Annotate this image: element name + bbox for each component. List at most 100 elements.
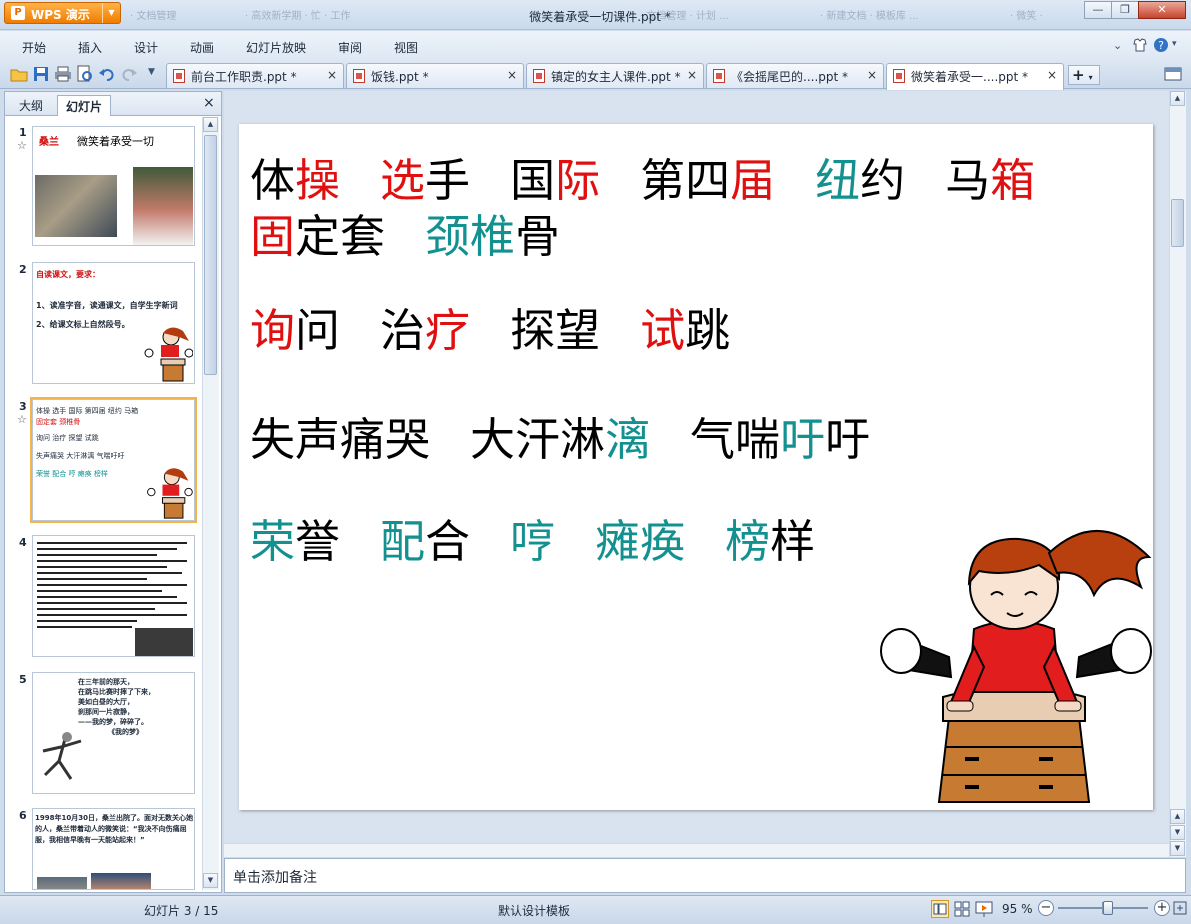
menu-bar: 开始 插入 设计 动画 幻灯片放映 审阅 视图 ⌄ ? ▾ (0, 31, 1191, 61)
slide-thumbnail[interactable]: 在三年前的那天， 在跳马比赛时摔了下来， 美如白昼的大厅， 刹那间一片寂静， —… (32, 672, 195, 794)
menu-animation[interactable]: 动画 (190, 39, 214, 56)
slide-vertical-scrollbar[interactable]: ▲ ▲ ▼ ▼ (1169, 91, 1186, 857)
gymnast-clipart (145, 466, 193, 520)
thumb-line: 刹那间一片寂静， (78, 708, 134, 716)
thumb-line: 荣誉 配合 哼 瘫痪 榜样 (36, 470, 108, 478)
vocab-char: 届 (730, 154, 776, 207)
doc-tab[interactable]: 前台工作职责.ppt * × (166, 63, 344, 88)
background-tab-ghost: · 文档管理 (130, 11, 177, 22)
new-tab-button[interactable]: + ▾ (1068, 65, 1100, 85)
slide-thumbnail-selected[interactable]: 体操 选手 国际 第四届 纽约 马箱 固定套 颈椎骨 询问 治疗 探望 试跳 失… (30, 397, 197, 523)
scroll-down-page-icon[interactable]: ▼ (1170, 825, 1185, 840)
slide-thumbnail[interactable] (32, 535, 195, 657)
slide-thumbnail[interactable]: 桑兰 微笑着承受一切 (32, 126, 195, 246)
background-tab-ghost: · 微笑 · (1010, 11, 1043, 22)
doc-tab[interactable]: 镇定的女主人课件.ppt * × (526, 63, 704, 88)
close-panel-icon[interactable]: × (203, 95, 215, 111)
zoom-slider-thumb[interactable] (1102, 901, 1113, 915)
thumb-line: ——我的梦，碎碎了。 (78, 718, 148, 726)
vocab-char: 国 (510, 154, 556, 207)
new-tab-label: + (1072, 66, 1085, 84)
doc-tab-label: 前台工作职责.ppt * (191, 70, 297, 84)
svg-text:?: ? (1158, 39, 1164, 52)
collapse-ribbon-icon[interactable]: ⌄ (1113, 39, 1122, 52)
skin-icon[interactable] (1132, 37, 1148, 53)
tab-slides[interactable]: 幻灯片 (57, 95, 112, 116)
dense-text-preview (37, 542, 193, 656)
menu-slideshow[interactable]: 幻灯片放映 (246, 39, 306, 56)
slide-horizontal-scrollbar[interactable] (224, 843, 1169, 857)
doc-tab[interactable]: 《会摇尾巴的....ppt * × (706, 63, 884, 88)
undo-icon[interactable] (98, 65, 116, 83)
current-slide[interactable]: 体操 选手 国际 第四届 纽约 马箱 固定套 颈椎骨 询问 治疗 探望 试跳 失声痛哭 大汗淋漓 气喘吁吁荣… (239, 124, 1153, 810)
tab-list-icon[interactable] (1164, 67, 1182, 81)
menu-view[interactable]: 视图 (394, 39, 418, 56)
slide-word-line: 固定套 颈椎骨 (250, 214, 600, 259)
thumb-line: 固定套 颈椎骨 (36, 418, 81, 426)
print-icon[interactable] (54, 65, 72, 83)
redo-icon[interactable] (120, 65, 138, 83)
chevron-down-icon[interactable]: ▼ (102, 3, 120, 23)
ppt-file-icon (713, 69, 725, 83)
tab-outline[interactable]: 大纲 (11, 95, 51, 116)
photo-thumbnail (133, 167, 193, 245)
vocab-word: 治疗 (380, 304, 470, 357)
slide-number: 1 (19, 126, 27, 139)
zoom-out-button[interactable]: − (1038, 900, 1054, 916)
doc-tab-active[interactable]: 微笑着承受一....ppt * × (886, 63, 1064, 90)
background-tab-ghost: · 高效新学期 · 忙 · 工作 (245, 11, 351, 22)
scroll-thumb[interactable] (1171, 199, 1184, 247)
vocab-char: 治 (380, 304, 426, 357)
slide-thumbnail[interactable]: 自读课文，要求： 1、读准字音，读通课文，自学生字新词 2、给课文标上自然段号。 (32, 262, 195, 384)
thumb-line: 1、读准字音，读通课文，自学生字新词 (36, 301, 178, 310)
thumb-line: 询问 治疗 探望 试跳 (36, 434, 99, 442)
thumbnail-scrollbar[interactable]: ▲ ▼ (202, 117, 219, 890)
vocab-char: 选 (380, 154, 426, 207)
vocab-word: 大汗淋漓 (470, 413, 650, 466)
close-tab-icon[interactable]: × (1047, 68, 1057, 82)
zoom-in-button[interactable]: + (1154, 900, 1170, 916)
open-folder-icon[interactable] (10, 65, 28, 83)
slide-thumbnail[interactable]: 1998年10月30日，桑兰出院了。面对无数关心她的人，桑兰带着动人的微笑说：“… (32, 808, 195, 890)
gymnast-clipart (143, 325, 194, 383)
print-preview-icon[interactable] (76, 65, 94, 83)
scroll-up-page-icon[interactable]: ▲ (1170, 809, 1185, 824)
wps-menu-label: WPS 演示 (31, 8, 90, 22)
thumb-title: 微笑着承受一切 (77, 135, 154, 148)
thumb-text: 1998年10月30日，桑兰出院了。面对无数关心她的人，桑兰带着动人的微笑说：“… (35, 814, 193, 844)
quick-access-dropdown-icon[interactable]: ▼ (148, 67, 155, 77)
slideshow-view-icon[interactable] (975, 900, 993, 918)
close-tab-icon[interactable]: × (507, 68, 517, 82)
restore-button[interactable]: ❐ (1111, 1, 1139, 19)
scroll-down-icon[interactable]: ▼ (1170, 841, 1185, 856)
vocab-word: 探望 (510, 304, 600, 357)
chevron-down-icon: ▾ (1088, 73, 1093, 82)
vocab-char: 气喘 (690, 413, 781, 466)
notes-pane[interactable]: 单击添加备注 (224, 858, 1186, 893)
minimize-button[interactable]: — (1084, 1, 1112, 19)
normal-view-icon[interactable] (931, 900, 949, 918)
scroll-up-icon[interactable]: ▲ (203, 117, 218, 132)
close-window-button[interactable]: ✕ (1138, 1, 1186, 19)
close-tab-icon[interactable]: × (327, 68, 337, 82)
menu-design[interactable]: 设计 (134, 39, 158, 56)
scroll-down-icon[interactable]: ▼ (203, 873, 218, 888)
wps-menu-button[interactable]: P WPS 演示 ▼ (4, 2, 121, 24)
doc-tab[interactable]: 饭钱.ppt * × (346, 63, 524, 88)
scroll-thumb[interactable] (204, 135, 217, 375)
animation-star-icon: ☆ (17, 139, 27, 152)
help-icon[interactable]: ? (1153, 37, 1169, 53)
menu-home[interactable]: 开始 (22, 39, 46, 56)
slide-word-line: 询问 治疗 探望 试跳 (250, 308, 770, 353)
save-icon[interactable] (32, 65, 50, 83)
menu-review[interactable]: 审阅 (338, 39, 362, 56)
slide-sorter-icon[interactable] (953, 900, 971, 918)
scroll-up-icon[interactable]: ▲ (1170, 91, 1185, 106)
menu-insert[interactable]: 插入 (78, 39, 102, 56)
close-tab-icon[interactable]: × (867, 68, 877, 82)
close-tab-icon[interactable]: × (687, 68, 697, 82)
vocab-char: 第四 (640, 154, 731, 207)
fit-to-window-icon[interactable] (1173, 901, 1187, 915)
vocab-char: 手 (425, 154, 471, 207)
help-dropdown-icon[interactable]: ▾ (1172, 39, 1177, 49)
